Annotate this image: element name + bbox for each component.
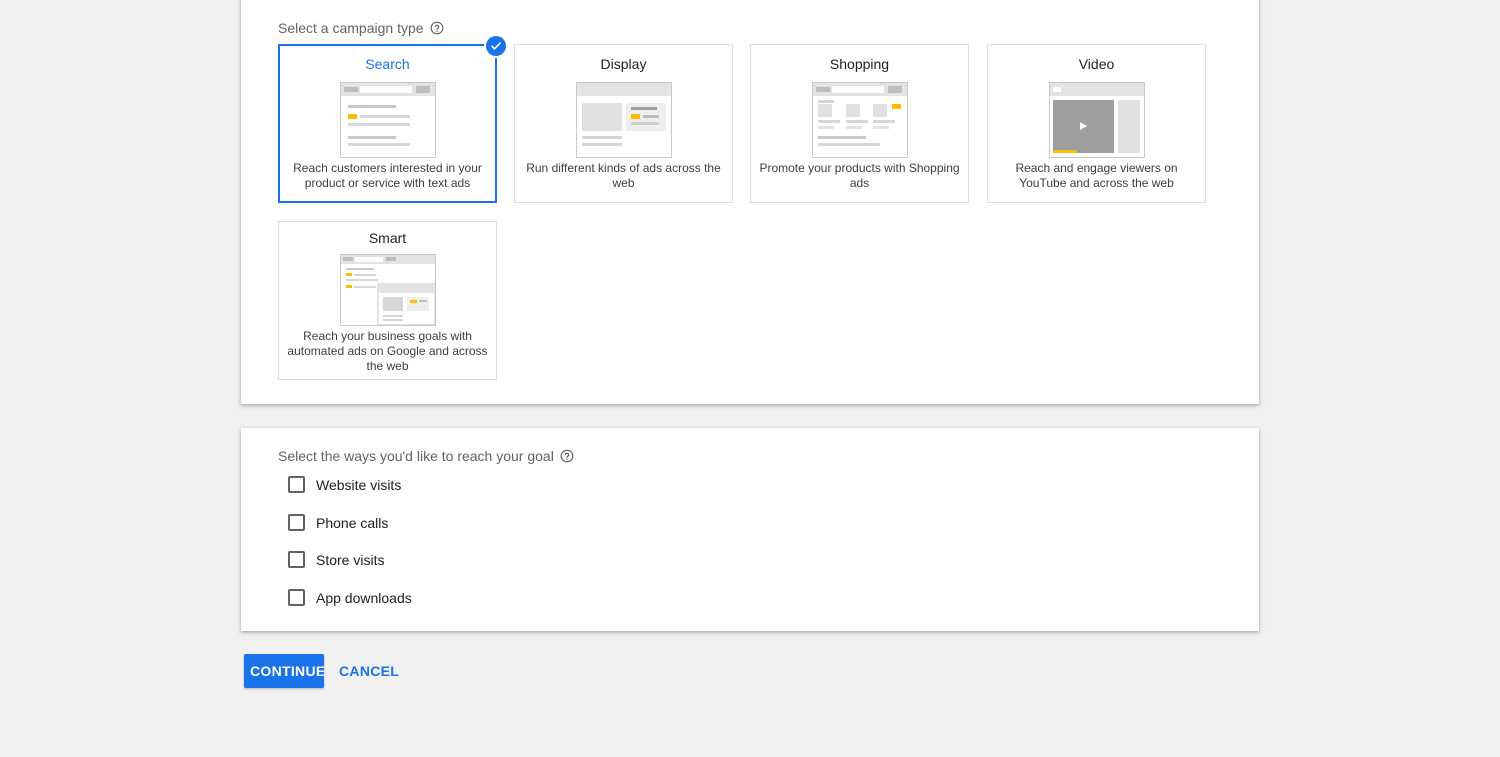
search-ad-illustration [339,82,436,158]
goal-option-app-downloads[interactable]: App downloads [288,589,412,606]
card-title: Search [365,56,410,72]
campaign-type-label: Select a campaign type [278,20,424,36]
goal-option-label: Phone calls [316,514,389,531]
card-title: Smart [368,230,407,246]
video-ad-illustration [1048,82,1145,158]
card-title: Display [600,56,647,72]
cancel-button[interactable]: CANCEL [331,654,407,688]
campaign-card-video[interactable]: Video Reach and engage viewers on YouTub… [987,44,1206,203]
help-icon[interactable] [560,449,574,463]
card-description: Reach and engage viewers on YouTube and … [1015,161,1178,190]
campaign-card-shopping[interactable]: Shopping Promote your products with Shop… [750,44,969,203]
continue-button[interactable]: CONTINUE [244,654,325,688]
display-ad-illustration [575,82,672,158]
goal-option-phone-calls[interactable]: Phone calls [288,514,388,531]
goals-panel: Select the ways you'd like to reach your… [241,428,1259,631]
card-description: Promote your products with Shopping ads [759,161,960,190]
card-title: Video [1078,56,1115,72]
checkbox[interactable] [288,589,305,606]
campaign-type-panel: Select a campaign type Search Reach cust… [241,0,1259,404]
goals-label: Select the ways you'd like to reach your… [278,448,554,464]
campaign-type-heading: Select a campaign type [278,20,444,36]
goal-option-website-visits[interactable]: Website visits [288,476,401,493]
card-description: Run different kinds of ads across the we… [526,161,721,190]
card-description: Reach your business goals with automated… [287,329,488,373]
card-description: Reach customers interested in your produ… [293,161,482,190]
goal-option-store-visits[interactable]: Store visits [288,551,384,568]
help-icon[interactable] [430,21,444,35]
campaign-card-smart[interactable]: Smart Reach your business goals with aut… [278,221,497,380]
campaign-card-search[interactable]: Search Reach customers interested in you… [278,36,506,203]
campaign-card-display[interactable]: Display Run different kinds of ads acros… [514,44,733,203]
goals-heading: Select the ways you'd like to reach your… [278,448,574,464]
goal-option-label: Website visits [316,476,402,493]
checkbox[interactable] [288,551,305,568]
card-title: Shopping [829,56,890,72]
checkbox[interactable] [288,476,305,493]
goal-option-label: Store visits [316,551,385,568]
shopping-ad-illustration [811,82,908,158]
smart-ad-illustration [339,254,436,326]
checkbox[interactable] [288,514,305,531]
goal-option-label: App downloads [316,589,412,606]
check-circle-icon [486,36,506,56]
